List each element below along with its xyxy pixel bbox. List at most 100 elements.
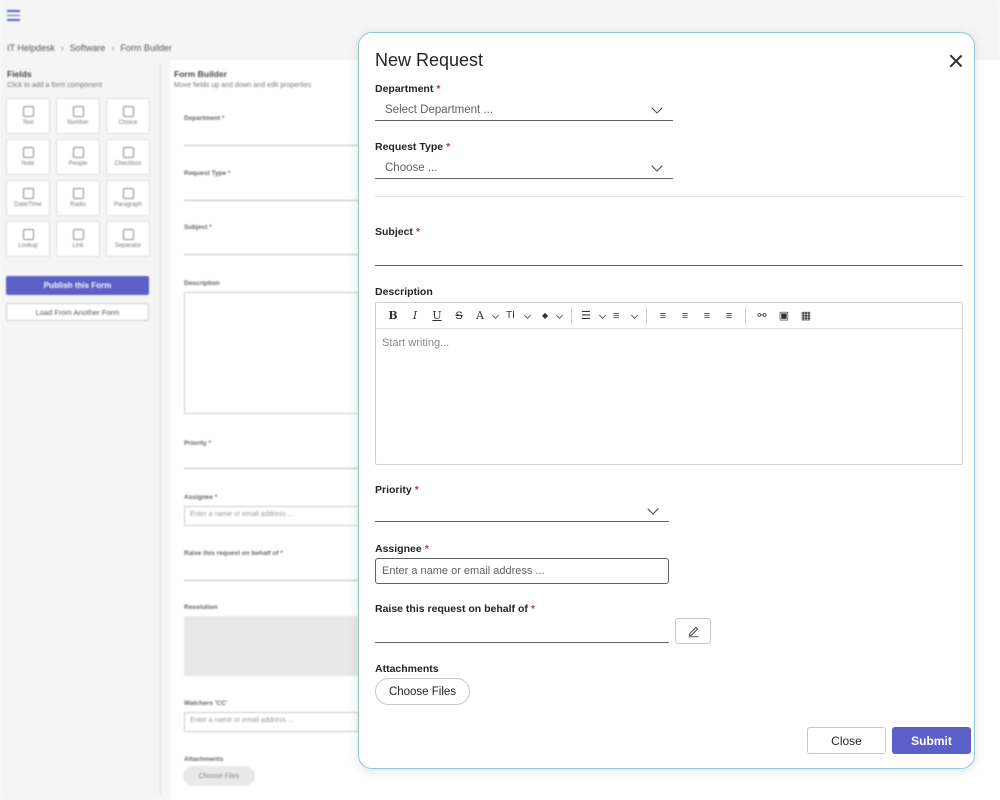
component-label: Separator	[114, 243, 142, 249]
description-placeholder[interactable]: Start writing...	[382, 337, 449, 349]
breadcrumb: IT Helpdesk › Software › Form Builder	[7, 43, 172, 53]
component-label: Date/Time	[14, 202, 42, 208]
bg-label-department: Department *	[184, 115, 225, 122]
load-form-button[interactable]: Load From Another Form	[6, 303, 149, 321]
subject-input[interactable]	[375, 246, 963, 266]
component-lookup[interactable]: Lookup	[6, 221, 50, 257]
label-text: Priority	[375, 484, 412, 496]
description-editor: B I U S A TI ◆ ☰ ≡ ≡ ≡ ≡ ≡ ⚯ ▣ ▦ Start w…	[375, 302, 963, 465]
assignee-input[interactable]: Enter a name or email address ...	[375, 558, 669, 584]
department-label: Department *	[375, 83, 440, 95]
lookup-field-icon	[22, 229, 34, 240]
calendar-field-icon	[22, 188, 34, 199]
bg-input-assignee: Enter a name or email address ...	[184, 506, 359, 526]
separator-field-icon	[122, 229, 134, 240]
image-icon[interactable]: ▣	[773, 306, 795, 326]
people-field-icon	[72, 147, 84, 158]
pencil-icon	[688, 626, 698, 637]
fields-title: Fields	[7, 69, 32, 79]
component-choice[interactable]: Choice	[106, 98, 150, 134]
link-field-icon	[72, 229, 84, 240]
component-text[interactable]: Text	[6, 98, 50, 134]
radio-field-icon	[72, 188, 84, 199]
chevron-right-icon: ›	[111, 43, 115, 53]
number-field-icon	[72, 106, 84, 117]
label-text: Attachments	[375, 663, 439, 675]
priority-dropdown[interactable]	[375, 500, 669, 522]
bg-label-description: Description	[184, 280, 220, 287]
component-link[interactable]: Link	[56, 221, 100, 257]
subject-label: Subject *	[375, 226, 420, 238]
request-type-dropdown[interactable]: Choose ...	[375, 157, 673, 179]
breadcrumb-item[interactable]: Software	[70, 43, 106, 53]
align-center-button[interactable]: ≡	[652, 306, 674, 326]
breadcrumb-item: Form Builder	[120, 43, 172, 53]
menu-icon[interactable]	[7, 10, 20, 22]
close-icon[interactable]	[949, 54, 963, 68]
choice-field-icon	[122, 106, 134, 117]
required-asterisk: *	[414, 484, 419, 496]
label-text: Subject	[375, 226, 413, 238]
component-label: Lookup	[18, 243, 38, 249]
label-text: Description	[375, 286, 433, 298]
link-icon[interactable]: ⚯	[751, 306, 773, 326]
required-asterisk: *	[446, 141, 451, 153]
behalf-input[interactable]	[375, 621, 669, 643]
bg-label-attachments: Attachments	[184, 756, 224, 763]
fields-subtitle: Click to add a form component	[7, 82, 102, 89]
numbered-list-dropdown[interactable]: ≡	[609, 306, 641, 326]
choose-files-button[interactable]: Choose Files	[375, 678, 470, 705]
bg-input-watchers: Enter a name or email address ...	[184, 712, 359, 732]
request-type-label: Request Type *	[375, 141, 450, 153]
section-divider	[375, 196, 965, 197]
justify-button[interactable]: ≡	[718, 306, 740, 326]
chevron-down-icon	[647, 503, 659, 515]
close-button[interactable]: Close	[807, 727, 886, 754]
bg-input-department	[184, 145, 359, 146]
component-number[interactable]: Number	[56, 98, 100, 134]
font-size-dropdown[interactable]: TI	[502, 306, 534, 326]
align-left-button[interactable]: ≡	[674, 306, 696, 326]
component-label: People	[68, 161, 88, 167]
component-label: Note	[21, 161, 35, 167]
publish-form-button[interactable]: Publish this Form	[6, 276, 149, 295]
italic-button[interactable]: I	[404, 306, 426, 326]
dialog-title: New Request	[375, 50, 484, 70]
bullet-list-dropdown[interactable]: ☰	[577, 306, 609, 326]
toolbar-separator	[745, 306, 746, 325]
label-text: Raise this request on behalf of	[375, 603, 528, 615]
component-people[interactable]: People	[56, 139, 100, 175]
underline-button[interactable]: U	[426, 306, 448, 326]
request-type-placeholder: Choose ...	[385, 161, 438, 174]
component-label: Text	[22, 120, 34, 126]
component-separator[interactable]: Separator	[106, 221, 150, 257]
panel-divider	[160, 64, 161, 794]
submit-button[interactable]: Submit	[892, 727, 971, 754]
highlight-color-dropdown[interactable]: ◆	[534, 306, 566, 326]
edit-behalf-button[interactable]	[675, 618, 711, 644]
table-icon[interactable]: ▦	[795, 306, 817, 326]
font-color-dropdown[interactable]: A	[470, 306, 502, 326]
align-right-button[interactable]: ≡	[696, 306, 718, 326]
component-radio[interactable]: Radio	[56, 180, 100, 216]
component-paragraph[interactable]: Paragraph	[106, 180, 150, 216]
new-request-dialog: New Request Department * Select Departmen…	[358, 32, 975, 769]
bold-button[interactable]: B	[382, 306, 404, 326]
paragraph-field-icon	[122, 188, 134, 199]
priority-label: Priority *	[375, 484, 419, 496]
component-datetime[interactable]: Date/Time	[6, 180, 50, 216]
note-field-icon	[22, 147, 34, 158]
label-text: Request Type	[375, 141, 444, 153]
component-note[interactable]: Note	[6, 139, 50, 175]
component-label: Number	[67, 120, 89, 126]
department-dropdown[interactable]: Select Department ...	[375, 99, 673, 121]
bg-resolution-box	[184, 616, 359, 676]
component-label: Link	[72, 243, 84, 249]
description-label: Description	[375, 286, 433, 298]
strikethrough-button[interactable]: S	[448, 306, 470, 326]
chevron-down-icon	[651, 160, 663, 172]
breadcrumb-item[interactable]: IT Helpdesk	[7, 43, 55, 53]
component-checkbox[interactable]: Checkbox	[106, 139, 150, 175]
bg-label-resolution: Resolution	[184, 604, 218, 611]
bg-input-behalf	[184, 580, 359, 581]
